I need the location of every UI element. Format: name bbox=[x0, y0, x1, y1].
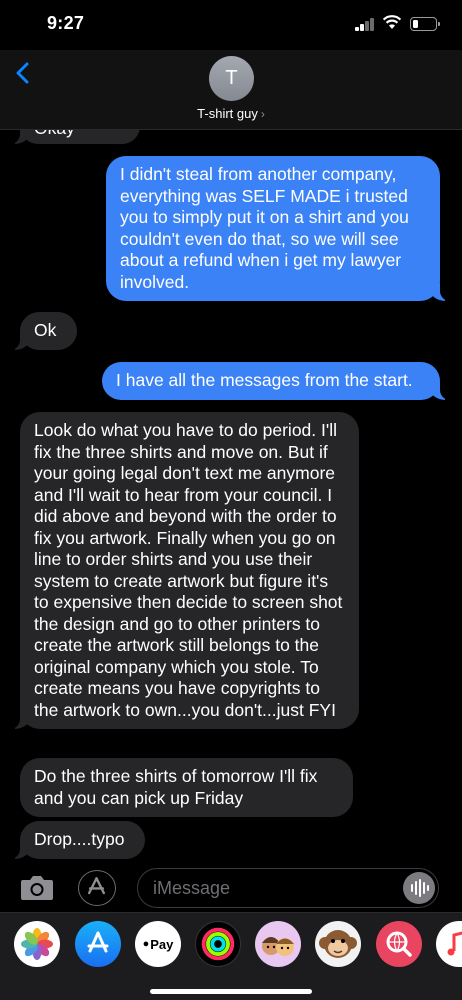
app-store-icon[interactable] bbox=[75, 921, 121, 967]
magnifier-globe-icon bbox=[386, 931, 412, 957]
app-drawer: ● Pay bbox=[0, 912, 462, 1000]
contact-name-row[interactable]: T-shirt guy › bbox=[0, 106, 462, 121]
received-message[interactable]: Ok bbox=[10, 312, 77, 350]
music-note-icon bbox=[447, 931, 462, 956]
received-message[interactable]: Do the three shirts of tomorrow I'll fix… bbox=[20, 758, 353, 817]
message-input[interactable]: iMessage bbox=[137, 868, 439, 908]
compose-bar: iMessage bbox=[0, 862, 462, 912]
apple-pay-icon[interactable]: ● Pay bbox=[135, 921, 181, 967]
monkey-face-icon bbox=[319, 930, 357, 958]
apple-logo-icon: ● bbox=[142, 938, 150, 950]
back-chevron-icon[interactable] bbox=[8, 58, 38, 88]
music-icon[interactable] bbox=[436, 921, 462, 967]
camera-icon[interactable] bbox=[20, 874, 54, 901]
memoji-icon[interactable] bbox=[255, 921, 301, 967]
memoji-faces-icon bbox=[262, 937, 294, 956]
app-store-a-icon bbox=[87, 931, 109, 953]
contact-name: T-shirt guy bbox=[197, 106, 258, 121]
waveform-icon bbox=[411, 879, 429, 897]
wifi-icon bbox=[382, 15, 402, 29]
apple-pay-label: Pay bbox=[150, 936, 174, 952]
cellular-signal-icon bbox=[355, 18, 375, 31]
sent-message[interactable]: I have all the messages from the start. bbox=[102, 362, 450, 400]
animoji-monkey-icon[interactable] bbox=[315, 921, 361, 967]
contact-avatar[interactable]: T bbox=[209, 56, 254, 101]
activity-icon[interactable] bbox=[195, 921, 241, 967]
received-message[interactable]: Okay bbox=[10, 130, 140, 144]
activity-rings-icon bbox=[201, 927, 235, 961]
search-images-icon[interactable] bbox=[376, 921, 422, 967]
sent-message[interactable]: I didn't steal from another company, eve… bbox=[106, 156, 450, 301]
battery-icon bbox=[410, 17, 440, 31]
conversation-header: T T-shirt guy › bbox=[0, 50, 462, 130]
message-input-placeholder: iMessage bbox=[153, 878, 231, 898]
received-message[interactable]: Drop....typo bbox=[10, 821, 145, 859]
message-thread[interactable]: Okay I didn't steal from another company… bbox=[0, 130, 462, 862]
audio-message-button[interactable] bbox=[403, 872, 435, 904]
received-message[interactable]: Look do what you have to do period. I'll… bbox=[10, 412, 359, 729]
app-store-a-icon bbox=[87, 877, 106, 895]
home-indicator[interactable] bbox=[150, 989, 312, 994]
photos-icon[interactable] bbox=[14, 921, 60, 967]
status-bar: 9:27 bbox=[0, 0, 462, 50]
app-store-button[interactable] bbox=[78, 870, 116, 906]
status-time: 9:27 bbox=[47, 13, 85, 33]
chevron-right-icon: › bbox=[260, 107, 265, 121]
photos-flower-icon bbox=[21, 928, 53, 960]
